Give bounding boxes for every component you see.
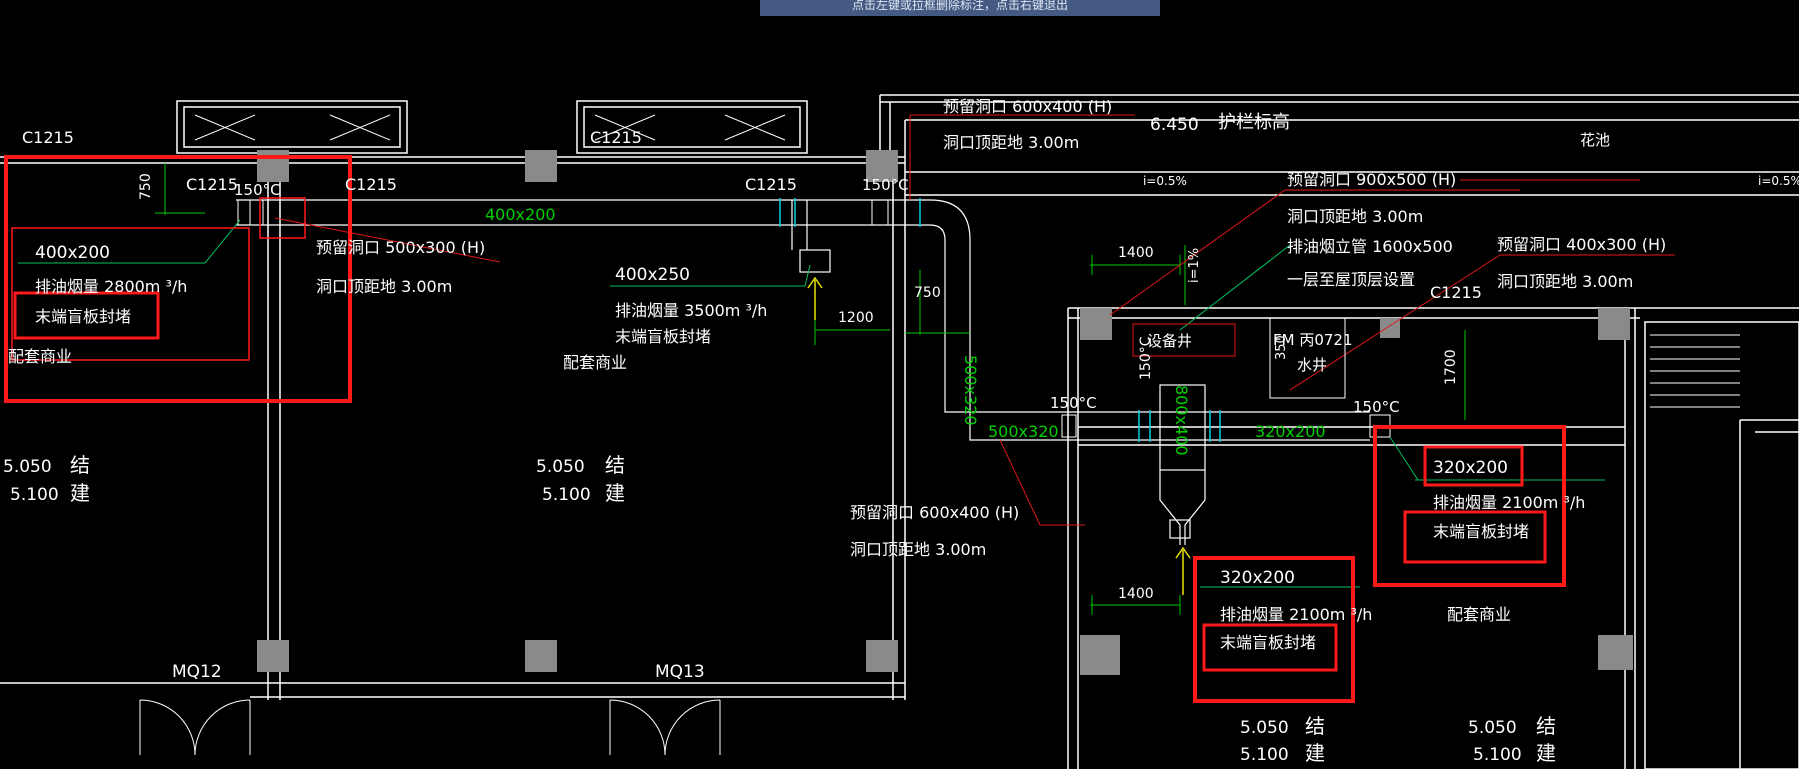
opening2-height: 洞口顶距地 3.00m: [943, 133, 1079, 152]
note2-size: 400x250: [615, 265, 690, 285]
temp-label-3: 150°C: [1050, 394, 1097, 412]
opening5-height: 洞口顶距地 3.00m: [850, 540, 986, 559]
note4-flow: 排油烟量 2100m ³/h: [1220, 605, 1372, 624]
temp-label-1: 150°C: [234, 181, 281, 199]
window-label-3: C1215: [345, 175, 397, 194]
door-label-2: MQ13: [655, 662, 705, 682]
room-label-1: 配套商业: [8, 347, 72, 366]
window-label-5: C1215: [745, 175, 797, 194]
riser-note: 一层至屋顶层设置: [1287, 270, 1415, 289]
slope-3: i=1%: [1187, 248, 1202, 283]
water-shaft-label: 水井: [1297, 356, 1327, 374]
stair-treads: [1650, 334, 1740, 408]
opening2-label: 预留洞口 600x400 (H): [943, 97, 1112, 116]
struct-d1: 结: [1536, 714, 1556, 738]
struct-d2: 建: [1536, 741, 1556, 765]
room-label-2: 配套商业: [563, 353, 627, 372]
dim-d: 1400: [1118, 245, 1154, 261]
dim-e: 1400: [1118, 586, 1154, 602]
elev-c1: 5.050: [1240, 718, 1289, 738]
top-elev: 6.450: [1150, 115, 1199, 135]
elev-a2: 5.100: [10, 485, 59, 505]
dim-c: 1200: [838, 310, 874, 326]
opening3-height: 洞口顶距地 3.00m: [1287, 207, 1423, 226]
doors: [139, 699, 721, 756]
duct-label-5: 800x400: [1172, 385, 1191, 456]
top-elev-note: 护栏标高: [1218, 112, 1290, 133]
window-label-4: C1215: [590, 128, 642, 147]
opening5-label: 预留洞口 600x400 (H): [850, 503, 1019, 522]
riser-label: 排油烟立管 1600x500: [1287, 237, 1453, 256]
note3-size: 320x200: [1433, 458, 1508, 478]
opening4-height: 洞口顶距地 3.00m: [1497, 272, 1633, 291]
cad-drawing[interactable]: C1215 C1215 C1215 C1215 C1215 C1215 150°…: [0, 0, 1799, 769]
elev-b2: 5.100: [542, 485, 591, 505]
duct-label-4: 320x200: [1255, 422, 1326, 441]
dim-b: 750: [914, 285, 941, 301]
note4-size: 320x200: [1220, 568, 1295, 588]
struct-a1: 结: [70, 453, 90, 477]
dim-g: 350: [1274, 335, 1289, 360]
room-label-3: 配套商业: [1447, 605, 1511, 624]
duct-label-3: 500x320: [988, 422, 1059, 441]
slope-1: i=0.5%: [1143, 174, 1187, 188]
struct-b1: 结: [605, 453, 625, 477]
dim-f: 1700: [1443, 349, 1459, 385]
elev-a1: 5.050: [3, 457, 52, 477]
note3-cap: 末端盲板封堵: [1433, 522, 1529, 541]
window-label-6: C1215: [1430, 283, 1482, 302]
note1-cap: 末端盲板封堵: [35, 307, 131, 326]
duct-label-1: 400x200: [485, 205, 556, 224]
window-label-2: C1215: [186, 175, 238, 194]
note3-flow: 排油烟量 2100m ³/h: [1433, 493, 1585, 512]
struct-c2: 建: [1305, 741, 1325, 765]
note1-size: 400x200: [35, 243, 110, 263]
opening1-height: 洞口顶距地 3.00m: [316, 277, 452, 296]
temp-label-2: 150°C: [862, 176, 909, 194]
window-label-1: C1215: [22, 128, 74, 147]
opening3-label: 预留洞口 900x500 (H): [1287, 170, 1456, 189]
struct-a2: 建: [70, 481, 90, 505]
dim-a: 750: [138, 173, 154, 200]
duct-label-2: 500x320: [961, 355, 980, 426]
door-label-1: MQ12: [172, 662, 222, 682]
slope-2: i=0.5%: [1758, 174, 1799, 188]
elev-b1: 5.050: [536, 457, 585, 477]
note2-cap: 末端盲板封堵: [615, 327, 711, 346]
pool-label: 花池: [1580, 131, 1610, 149]
window-sashes: [194, 114, 786, 141]
elev-d2: 5.100: [1473, 745, 1522, 765]
note2-flow: 排油烟量 3500m ³/h: [615, 301, 767, 320]
elev-d1: 5.050: [1468, 718, 1517, 738]
elev-c2: 5.100: [1240, 745, 1289, 765]
temp-label-4: 150°C: [1353, 398, 1400, 416]
opening1-label: 预留洞口 500x300 (H): [316, 238, 485, 257]
shaft-label: 设备井: [1147, 332, 1192, 350]
note1-flow: 排油烟量 2800m ³/h: [35, 277, 187, 296]
struct-c1: 结: [1305, 714, 1325, 738]
opening4-label: 预留洞口 400x300 (H): [1497, 235, 1666, 254]
note4-cap: 末端盲板封堵: [1220, 633, 1316, 652]
struct-b2: 建: [605, 481, 625, 505]
